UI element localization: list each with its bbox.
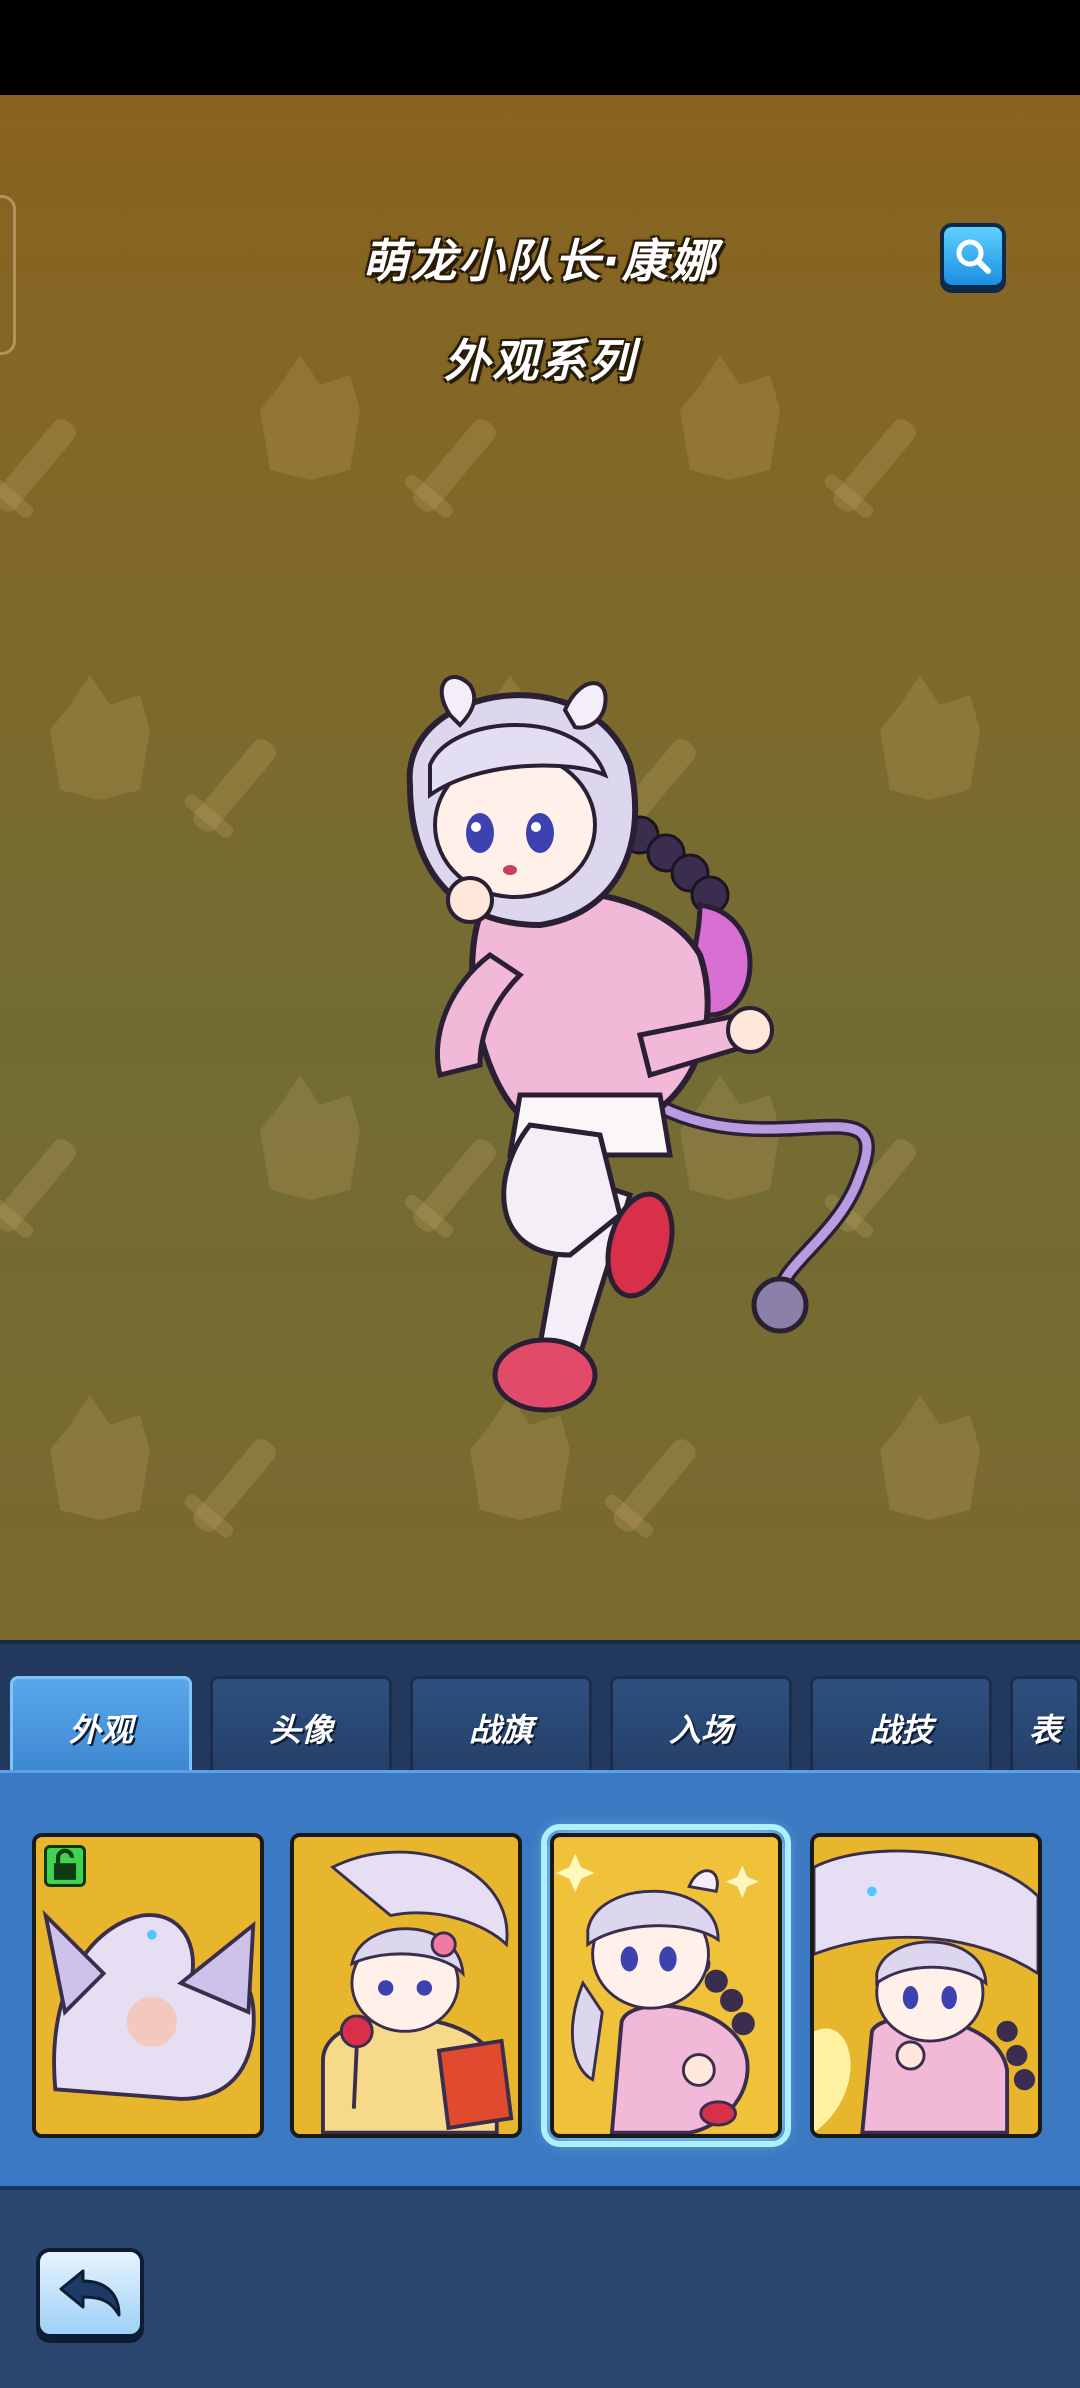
skin-card-kimono[interactable] (290, 1833, 522, 2138)
back-arrow-icon (59, 2269, 121, 2317)
character-title: 萌龙小队长·康娜 (362, 234, 718, 288)
tab-avatar[interactable]: 头像 (210, 1676, 392, 1776)
bottom-panel: 外观 头像 战旗 入场 战技 表 (0, 1640, 1080, 2388)
back-button[interactable] (36, 2248, 144, 2338)
section-subtitle: 外观系列 (444, 334, 636, 388)
character-illustration (340, 655, 900, 1435)
skin-card-default[interactable] (541, 1824, 791, 2147)
tab-skill[interactable]: 战技 (810, 1676, 992, 1776)
character-stage: 萌龙小队长·康娜 外观系列 (0, 95, 1080, 1640)
magnifier-icon (956, 239, 991, 274)
tab-emote[interactable]: 表 (1010, 1676, 1080, 1776)
tab-banner[interactable]: 战旗 (410, 1676, 592, 1776)
skin-card-dragon-companion[interactable] (810, 1833, 1042, 2138)
tab-entrance[interactable]: 入场 (610, 1676, 792, 1776)
unlock-icon (44, 1845, 86, 1887)
skin-card-strip (0, 1770, 1080, 2190)
tab-bar: 外观 头像 战旗 入场 战技 表 (0, 1640, 1080, 1776)
skin-card-dragon[interactable] (32, 1833, 264, 2138)
tab-appearance[interactable]: 外观 (10, 1676, 192, 1776)
status-bar (0, 0, 1080, 95)
search-button[interactable] (940, 223, 1006, 289)
